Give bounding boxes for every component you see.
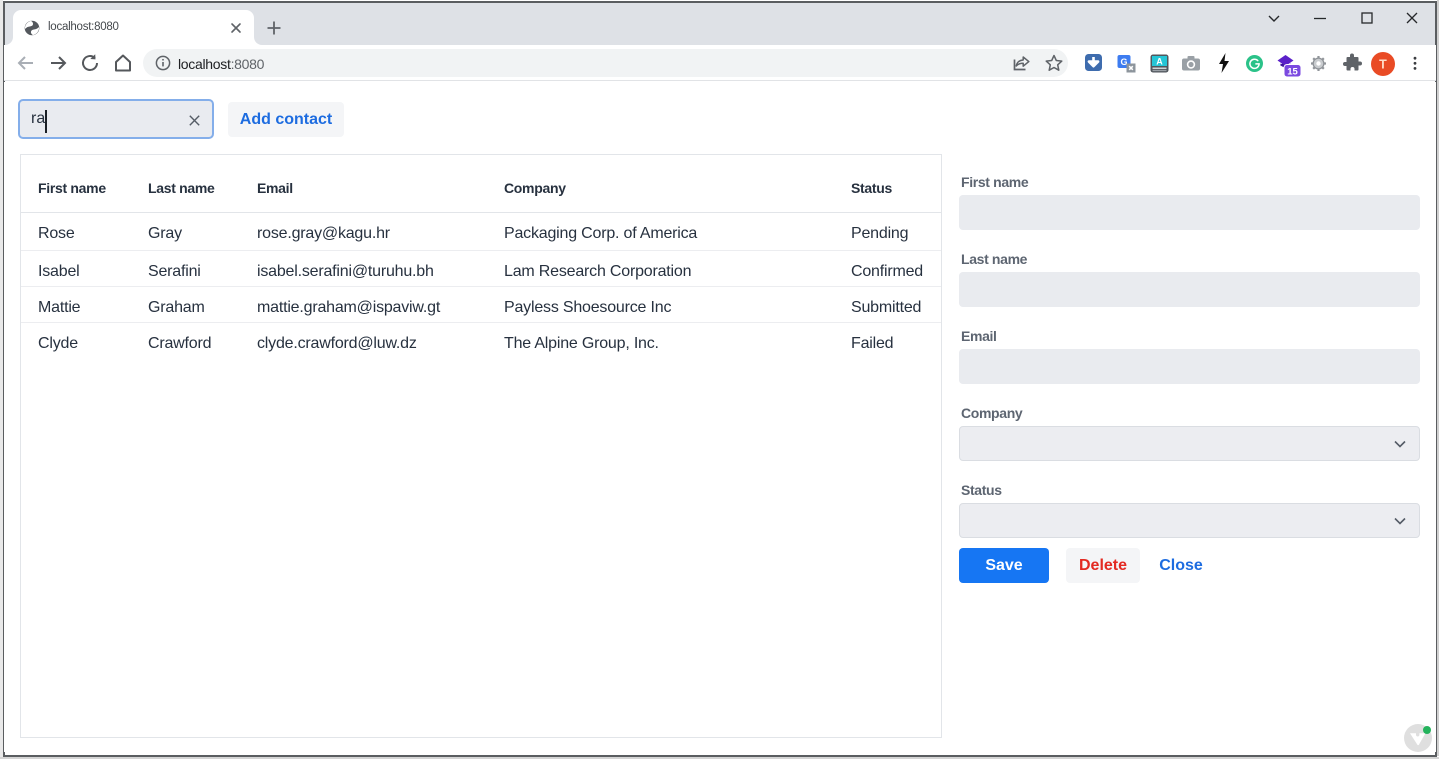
svg-text:15: 15 [1287, 66, 1298, 77]
svg-text:T: T [1379, 57, 1387, 71]
svg-text:G: G [1120, 57, 1127, 67]
svg-text:A: A [1156, 57, 1163, 67]
